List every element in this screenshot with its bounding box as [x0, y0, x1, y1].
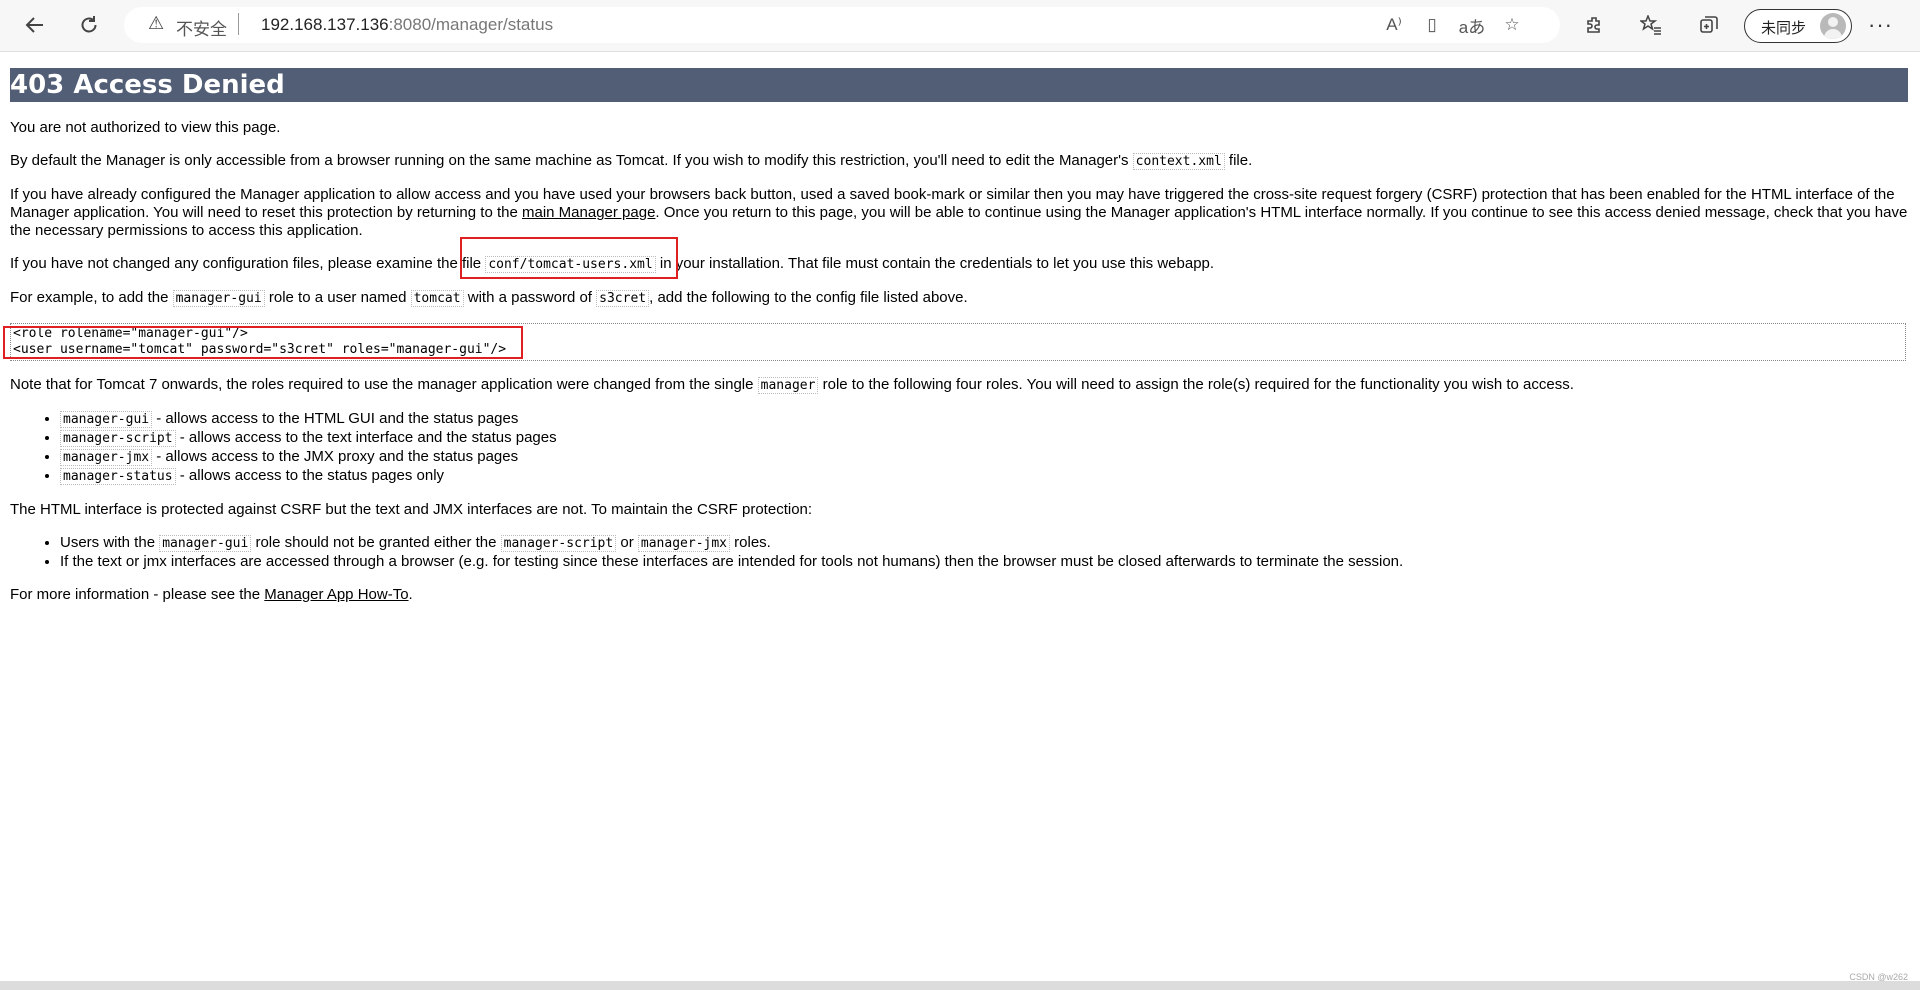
paragraph-config-files: If you have not changed any configuratio…: [10, 255, 1215, 273]
warning-icon[interactable]: ⚠: [148, 13, 164, 34]
page-body: 403 Access Denied You are not authorized…: [0, 53, 1920, 981]
code-manager: manager: [757, 377, 819, 394]
avatar-icon: [1820, 13, 1846, 39]
highlight-box-snippet: [3, 326, 523, 359]
page-title: 403 Access Denied: [10, 68, 1908, 102]
address-bar[interactable]: ⚠ 不安全 192.168.137.136:8080/manager/statu…: [124, 7, 1560, 43]
security-label[interactable]: 不安全: [176, 15, 227, 40]
profile-sync-button[interactable]: 未同步: [1744, 9, 1852, 43]
browser-toolbar: ⚠ 不安全 192.168.137.136:8080/manager/statu…: [0, 0, 1920, 52]
paragraph-csrf-reset: If you have already configured the Manag…: [10, 186, 1908, 239]
paragraph-unauthorized: You are not authorized to view this page…: [10, 119, 281, 136]
immersive-reader-icon[interactable]: ▯: [1418, 12, 1446, 38]
translate-icon[interactable]: aあ: [1458, 12, 1486, 38]
address-divider: [238, 13, 239, 35]
manager-howto-link[interactable]: Manager App How-To: [264, 586, 408, 603]
sync-label: 未同步: [1761, 20, 1807, 37]
paragraph-default-access: By default the Manager is only accessibl…: [10, 152, 1253, 170]
extensions-icon[interactable]: [1580, 10, 1610, 40]
paragraph-csrf-protection: The HTML interface is protected against …: [10, 501, 813, 518]
url-text[interactable]: 192.168.137.136:8080/manager/status: [261, 15, 553, 35]
code-tomcat: tomcat: [410, 290, 464, 307]
list-item: manager-jmx - allows access to the JMX p…: [60, 448, 1910, 467]
refresh-icon[interactable]: [74, 10, 104, 40]
highlight-box-tomcat-users: [460, 237, 678, 279]
read-aloud-icon[interactable]: A⁾: [1380, 12, 1408, 38]
window-bottom-strip: [0, 981, 1920, 990]
roles-list: manager-gui - allows access to the HTML …: [10, 410, 1910, 486]
list-item: Users with the manager-gui role should n…: [60, 534, 1910, 553]
main-manager-page-link[interactable]: main Manager page: [522, 204, 655, 221]
add-favorite-icon[interactable]: ☆: [1498, 12, 1526, 38]
list-item: manager-gui - allows access to the HTML …: [60, 410, 1910, 429]
back-arrow-icon[interactable]: [20, 10, 50, 40]
main-content: You are not authorized to view this page…: [10, 119, 1910, 619]
list-item: manager-status - allows access to the st…: [60, 467, 1910, 486]
collections-icon[interactable]: [1694, 10, 1724, 40]
more-options-icon[interactable]: ···: [1868, 12, 1893, 38]
code-manager-gui: manager-gui: [172, 290, 265, 307]
list-item: If the text or jmx interfaces are access…: [60, 553, 1910, 571]
paragraph-roles-note: Note that for Tomcat 7 onwards, the role…: [10, 376, 1574, 394]
list-item: manager-script - allows access to the te…: [60, 429, 1910, 448]
code-s3cret: s3cret: [596, 290, 650, 307]
watermark: CSDN @w262: [1849, 972, 1908, 982]
csrf-list: Users with the manager-gui role should n…: [10, 534, 1910, 571]
code-context-xml: context.xml: [1132, 153, 1225, 170]
paragraph-example: For example, to add the manager-gui role…: [10, 289, 968, 307]
paragraph-more-info: For more information - please see the Ma…: [10, 586, 413, 603]
favorites-icon[interactable]: [1636, 10, 1666, 40]
